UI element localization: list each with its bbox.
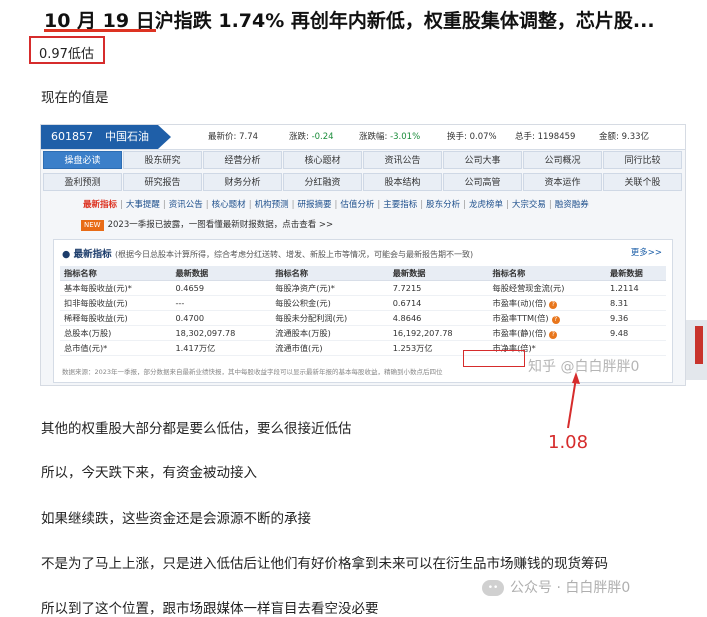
pb-highlight-box xyxy=(463,350,525,367)
table-header-row: 指标名称 最新数据 指标名称 最新数据 指标名称 最新数据 xyxy=(60,266,666,281)
table-row: 基本每股收益(元)* 0.4659 每股净资产(元)* 7.7215 每股经营现金流(元… xyxy=(60,280,666,296)
quote-turnover: 换手: 0.07% xyxy=(447,132,497,142)
tab-forecast[interactable]: 盈利预测 xyxy=(43,173,122,191)
subnav-news[interactable]: 资讯公告 xyxy=(169,200,203,210)
help-icon[interactable]: ? xyxy=(549,331,558,339)
subnav-report[interactable]: 研报摘要 xyxy=(297,200,331,210)
tab-dividend[interactable]: 分红融资 xyxy=(283,173,362,191)
subnav-latest[interactable]: 最新指标 xyxy=(83,200,117,210)
tab-related[interactable]: 关联个股 xyxy=(603,173,682,191)
paragraph-6: 所以到了这个位置，跟市场跟媒体一样盲目去看空没必要 xyxy=(41,601,379,617)
nav-row-1: 操盘必读 股东研究 经营分析 核心题材 资讯公告 公司大事 公司概况 同行比较 xyxy=(41,149,685,171)
paragraph-1: 现在的值是 xyxy=(41,90,109,106)
paragraph-4: 如果继续跌，这些资金还是会源源不断的承接 xyxy=(41,511,311,527)
new-badge: NEW xyxy=(81,220,104,231)
tab-capital[interactable]: 资本运作 xyxy=(523,173,602,191)
quote-amount: 金额: 9.33亿 xyxy=(599,132,650,142)
subnav-theme[interactable]: 核心题材 xyxy=(212,200,246,210)
boxed-note: 0.97低估 xyxy=(39,47,94,62)
paragraph-2: 其他的权重股大部分都是要么低估，要么很接近低估 xyxy=(41,421,352,437)
headline-underline xyxy=(44,29,156,32)
page-edge-strip xyxy=(686,320,707,380)
quote-volume: 总手: 1198459 xyxy=(515,132,576,142)
subnav-block[interactable]: 大宗交易 xyxy=(512,200,546,210)
wechat-watermark: •• 公众号 · 白白胖胖0 xyxy=(482,577,630,597)
tab-events[interactable]: 公司大事 xyxy=(443,151,522,169)
tab-profile[interactable]: 公司概况 xyxy=(523,151,602,169)
tab-executives[interactable]: 公司高管 xyxy=(443,173,522,191)
arrow-up-icon xyxy=(567,372,580,429)
paragraph-5: 不是为了马上上涨，只是进入低估后让他们有好价格拿到未来可以在衍生品市场赚钱的现货… xyxy=(41,556,608,572)
subnav-valuation[interactable]: 估值分析 xyxy=(340,200,374,210)
notice-text[interactable]: 2023一季报已披露，一图看懂最新财报数据，点击查看 >> xyxy=(108,220,334,230)
tab-shareholder-research[interactable]: 股东研究 xyxy=(123,151,202,169)
tab-operation[interactable]: 经营分析 xyxy=(203,151,282,169)
pb-annotation: 1.08 xyxy=(548,432,589,453)
tab-share-structure[interactable]: 股本结构 xyxy=(363,173,442,191)
stock-code-badge: 601857 中国石油 xyxy=(41,125,171,149)
sub-nav: 最新指标 | 大事提醒 | 资讯公告 | 核心题材 | 机构预测 | 研报摘要 | 估值分析 | 主要指标 |… xyxy=(83,200,589,210)
indicators-table: 指标名称 最新数据 指标名称 最新数据 指标名称 最新数据 基本每股收益(元)* 0.465… xyxy=(60,266,666,356)
stock-name: 中国石油 xyxy=(105,130,149,143)
tab-peers[interactable]: 同行比较 xyxy=(603,151,682,169)
quote-bar: 601857 中国石油 最新价: 7.74 涨跌: -0.24 涨跌幅: -3.0… xyxy=(41,125,685,150)
subnav-dragon[interactable]: 龙虎榜单 xyxy=(469,200,503,210)
subnav-events[interactable]: 大事提醒 xyxy=(126,200,160,210)
report-notice[interactable]: NEW 2023一季报已披露，一图看懂最新财报数据，点击查看 >> xyxy=(81,217,637,233)
quote-change: 涨跌: -0.24 xyxy=(289,132,334,142)
quote-change-pct: 涨跌幅: -3.01% xyxy=(359,132,421,142)
tab-reports[interactable]: 研究报告 xyxy=(123,173,202,191)
headline-text: 沪指跌 1.74% 再创年内新低，权重股集体调整，芯片股... xyxy=(154,10,655,32)
panel-title: ● 最新指标 (根据今日总股本计算所得，综合考虑分红送转、增发、新股上市等情况，… xyxy=(62,249,474,260)
stock-code: 601857 xyxy=(51,130,93,143)
paragraph-3: 所以，今天跌下来，有资金被动接入 xyxy=(41,465,257,481)
nav-row-2: 盈利预测 研究报告 财务分析 分红融资 股本结构 公司高管 资本运作 关联个股 xyxy=(41,171,685,193)
quote-price: 最新价: 7.74 xyxy=(208,132,259,142)
table-row: 总市值(元)* 1.417万亿 流通市值(元) 1.253万亿 市净率(倍)* xyxy=(60,340,666,356)
data-source-note: 数据来源：2023年一季报，部分数据来自最新业绩快报，其中每股收益字段可以显示最… xyxy=(62,368,443,376)
more-link[interactable]: 更多>> xyxy=(631,246,662,258)
help-icon[interactable]: ? xyxy=(551,316,560,324)
tab-financial[interactable]: 财务分析 xyxy=(203,173,282,191)
subnav-holders[interactable]: 股东分析 xyxy=(426,200,460,210)
help-icon[interactable]: ? xyxy=(549,301,558,309)
table-row: 扣非每股收益(元) --- 每股公积金(元) 0.6714 市盈率(动)(倍)? 8.31 xyxy=(60,295,666,311)
tab-core-theme[interactable]: 核心题材 xyxy=(283,151,362,169)
stock-screenshot: 601857 中国石油 最新价: 7.74 涨跌: -0.24 涨跌幅: -3.0… xyxy=(40,124,686,386)
subnav-forecast[interactable]: 机构预测 xyxy=(255,200,289,210)
highlight-box: 0.97低估 xyxy=(29,36,105,64)
table-row: 稀释每股收益(元) 0.4700 每股未分配利润(元) 4.8646 市盈率TTM(倍)… xyxy=(60,310,666,326)
wechat-icon: •• xyxy=(482,580,504,596)
panel-subtitle: (根据今日总股本计算所得，综合考虑分红送转、增发、新股上市等情况，可能会与最新报… xyxy=(114,250,474,259)
tab-caopan[interactable]: 操盘必读 xyxy=(43,151,122,169)
subnav-main[interactable]: 主要指标 xyxy=(383,200,417,210)
subnav-margin[interactable]: 融资融券 xyxy=(555,200,589,210)
table-row: 总股本(万股) 18,302,097.78 流通股本(万股) 16,192,207.7… xyxy=(60,325,666,341)
tab-news[interactable]: 资讯公告 xyxy=(363,151,442,169)
